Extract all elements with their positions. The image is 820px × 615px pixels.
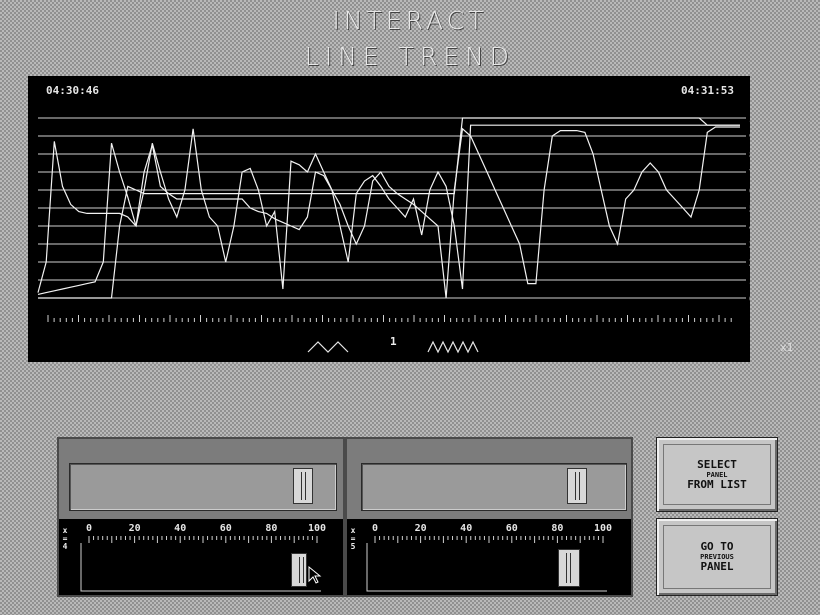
y-tick-label: 30 (749, 240, 750, 251)
scale-tick-label: 80 (265, 523, 277, 534)
scale-indicator-right[interactable] (557, 549, 580, 587)
time-scale-value: 1 (390, 335, 397, 348)
scale-right: x = 5 0 20 40 60 80 100 (347, 519, 631, 595)
scale-tick-label: 40 (174, 523, 186, 534)
y-tick-label: 40 (749, 222, 750, 233)
y-tick-label: 50 (749, 204, 750, 215)
scale-tick-label: 40 (460, 523, 472, 534)
slider-thumb-right[interactable] (566, 468, 587, 504)
scale-tick-label: 60 (220, 523, 232, 534)
trend-chart-plot: 1009080706050403020100 (37, 114, 750, 354)
select-panel-from-list-button[interactable]: SELECT PANEL FROM LIST (656, 437, 778, 512)
scale-tick-label: 100 (594, 523, 612, 534)
zoom-label[interactable]: x1 (780, 341, 793, 354)
scale-frame (80, 543, 321, 592)
previous-panel-line3: PANEL (700, 560, 734, 573)
time-end-label: 04:31:53 (681, 84, 734, 97)
y-tick-label: 10 (749, 276, 750, 287)
scale-tick-label: 0 (86, 523, 92, 534)
series-line-1 (37, 126, 740, 299)
scale-tick-label: 20 (129, 523, 141, 534)
series-line-3 (37, 124, 740, 295)
y-tick-label: 80 (749, 150, 750, 161)
scale-tick-label: 20 (415, 523, 427, 534)
slider-panel-right: x = 5 0 20 40 60 80 100 (345, 437, 633, 597)
time-start-label: 04:30:46 (46, 84, 99, 97)
compress-time-icon[interactable] (307, 341, 349, 353)
previous-panel-line1: GO TO (700, 540, 734, 553)
scale-tick-label: 100 (308, 523, 326, 534)
slider-track-right[interactable] (361, 463, 627, 511)
scale-left: x = 4 0 20 40 60 80 100 (59, 519, 343, 595)
go-to-previous-panel-button[interactable]: GO TO PREVIOUS PANEL (656, 518, 778, 596)
scale-right-ruler: 0 20 40 60 80 100 (366, 523, 612, 592)
page-title-line1: INTERACT (332, 6, 488, 35)
scale-tick-label: 80 (551, 523, 563, 534)
select-panel-line1: SELECT (697, 457, 737, 471)
slider-panel-left: x = 4 0 20 40 60 80 100 (57, 437, 345, 597)
scale-tick-label: 60 (506, 523, 518, 534)
y-tick-label: 0 (749, 294, 750, 305)
slider-track-left[interactable] (69, 463, 337, 511)
expand-time-icon[interactable] (427, 340, 479, 354)
y-tick-label: 20 (749, 258, 750, 269)
trend-chart: 1009080706050403020100 04:30:46 04:31:53… (28, 76, 793, 362)
scale-indicator-left[interactable] (290, 553, 307, 587)
select-panel-line3: FROM LIST (687, 477, 747, 491)
page-title-line2: LINE TREND (304, 42, 516, 71)
y-tick-label: 90 (749, 132, 750, 143)
scale-tick-label: 0 (372, 523, 378, 534)
y-tick-label: 70 (749, 168, 750, 179)
y-tick-label: 60 (749, 186, 750, 197)
slider-thumb-left[interactable] (292, 468, 313, 504)
y-tick-label: 100 (749, 114, 750, 125)
mouse-cursor-icon (308, 565, 322, 584)
